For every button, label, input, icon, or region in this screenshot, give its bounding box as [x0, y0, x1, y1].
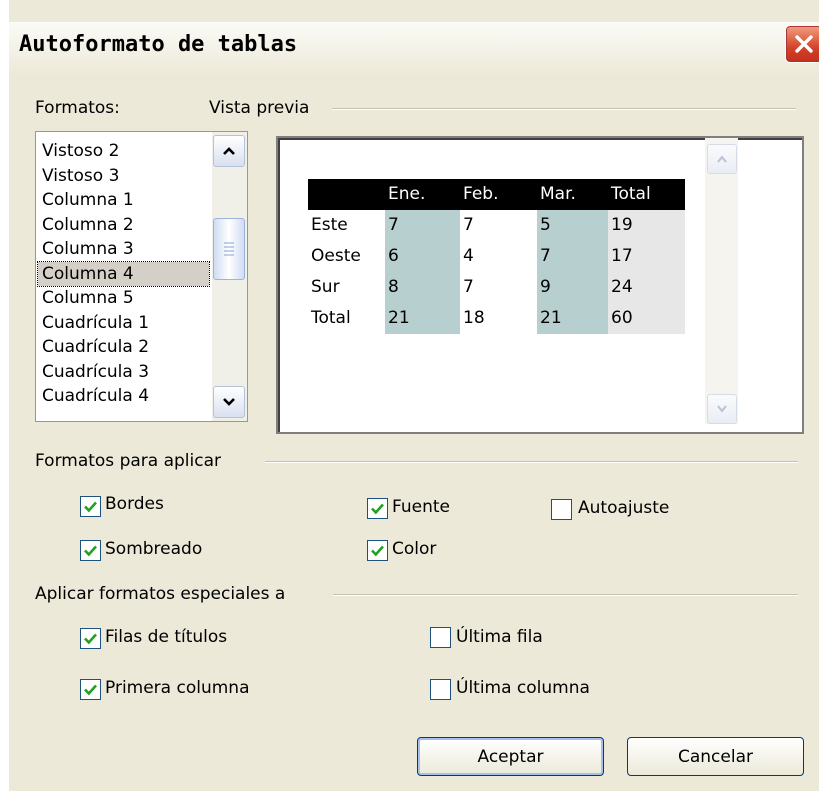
color-label[interactable]: Color [392, 539, 436, 559]
scroll-thumb[interactable] [213, 218, 245, 280]
fuente-label[interactable]: Fuente [392, 497, 450, 517]
bordes-label[interactable]: Bordes [105, 494, 164, 514]
color-checkbox[interactable] [367, 540, 388, 561]
preview-cell: Total [308, 303, 385, 334]
formatos-scrollbar[interactable] [212, 132, 247, 421]
formatos-especiales-label: Aplicar formatos especiales a [35, 584, 286, 604]
preview-cell: Este [308, 210, 385, 241]
chevron-up-icon [717, 155, 727, 163]
preview-header-cell: Mar. [537, 179, 608, 210]
chevron-down-icon [223, 398, 235, 406]
vista-previa-divider [332, 108, 796, 110]
ultima-columna-checkbox[interactable] [430, 679, 451, 700]
vista-previa-label: Vista previa [209, 98, 310, 118]
checkmark-icon [84, 684, 97, 696]
preview-cell: 19 [608, 210, 685, 241]
list-item[interactable]: Columna 1 [42, 188, 134, 212]
title-bar[interactable]: Autoformato de tablas [9, 22, 819, 76]
dialog-title: Autoformato de tablas [19, 32, 298, 57]
list-item[interactable]: Columna 3 [42, 237, 134, 261]
list-item[interactable]: Columna 4 [37, 260, 210, 287]
preview-scrollbar [705, 138, 738, 424]
grip-icon [224, 242, 234, 256]
formatos-label: Formatos: [35, 98, 120, 118]
preview-cell: 21 [537, 303, 608, 334]
window-edge [0, 0, 9, 791]
preview-cell: 18 [460, 303, 537, 334]
primera-columna-label[interactable]: Primera columna [105, 678, 250, 698]
autoajuste-label[interactable]: Autoajuste [578, 498, 669, 518]
preview-table: Ene. Feb. Mar. Total Este 7 7 5 19 Oeste 6 4 7 17 Sur 8… [308, 179, 685, 334]
checkmark-icon [371, 503, 384, 515]
checkmark-icon [84, 545, 97, 557]
preview-cell: 7 [460, 210, 537, 241]
preview-cell: Oeste [308, 241, 385, 272]
ultima-fila-checkbox[interactable] [430, 627, 451, 648]
checkmark-icon [84, 501, 97, 513]
preview-pane: Ene. Feb. Mar. Total Este 7 7 5 19 Oeste 6 4 7 17 Sur 8… [276, 136, 804, 434]
preview-cell: 9 [537, 272, 608, 303]
primera-columna-checkbox[interactable] [80, 679, 101, 700]
list-item[interactable]: Cuadrícula 3 [42, 360, 149, 384]
aceptar-button[interactable]: Aceptar [417, 737, 604, 776]
preview-scroll-down [707, 394, 737, 424]
chevron-down-icon [717, 405, 727, 413]
fuente-checkbox[interactable] [367, 498, 388, 519]
preview-cell: 17 [608, 241, 685, 272]
preview-header-cell: Ene. [385, 179, 460, 210]
preview-cell: 8 [385, 272, 460, 303]
filas-titulos-checkbox[interactable] [80, 628, 101, 649]
checkmark-icon [84, 633, 97, 645]
list-item[interactable]: Vistoso 3 [42, 164, 119, 188]
close-button[interactable] [785, 25, 819, 63]
checkmark-icon [371, 545, 384, 557]
close-x-icon [795, 35, 813, 53]
preview-cell: Sur [308, 272, 385, 303]
preview-cell: 7 [385, 210, 460, 241]
ultima-fila-label[interactable]: Última fila [456, 627, 543, 647]
preview-scroll-up [707, 144, 737, 174]
autoformat-dialog: Autoformato de tablas Formatos: Vistoso … [0, 0, 819, 791]
ultima-columna-label[interactable]: Última columna [456, 678, 590, 698]
preview-cell: 5 [537, 210, 608, 241]
formatos-aplicar-divider [265, 461, 798, 463]
preview-cell: 6 [385, 241, 460, 272]
preview-header-cell: Feb. [460, 179, 537, 210]
preview-cell: 21 [385, 303, 460, 334]
preview-cell: 4 [460, 241, 537, 272]
preview-cell: 7 [537, 241, 608, 272]
chevron-up-icon [223, 147, 235, 155]
list-item[interactable]: Cuadrícula 4 [42, 384, 149, 408]
list-item[interactable]: Columna 5 [42, 286, 134, 310]
sombreado-label[interactable]: Sombreado [105, 539, 202, 559]
formatos-listbox[interactable]: Vistoso 2 Vistoso 3 Columna 1 Columna 2 Colu… [35, 131, 248, 422]
list-item[interactable]: Columna 2 [42, 213, 134, 237]
bordes-checkbox[interactable] [80, 496, 101, 517]
formatos-especiales-divider [333, 594, 798, 596]
list-item[interactable]: Cuadrícula 2 [42, 335, 149, 359]
preview-cell: 60 [608, 303, 685, 334]
preview-cell: 24 [608, 272, 685, 303]
list-item[interactable]: Vistoso 2 [42, 139, 119, 163]
scroll-down-button[interactable] [213, 386, 245, 418]
sombreado-checkbox[interactable] [80, 540, 101, 561]
autoajuste-checkbox[interactable] [551, 499, 572, 520]
scroll-up-button[interactable] [213, 135, 245, 167]
preview-cell: 7 [460, 272, 537, 303]
preview-header-cell [308, 179, 385, 210]
formatos-aplicar-label: Formatos para aplicar [35, 451, 221, 471]
preview-header-cell: Total [608, 179, 685, 210]
filas-titulos-label[interactable]: Filas de títulos [105, 627, 227, 647]
cancelar-button[interactable]: Cancelar [627, 737, 804, 776]
list-item[interactable]: Cuadrícula 1 [42, 311, 149, 335]
